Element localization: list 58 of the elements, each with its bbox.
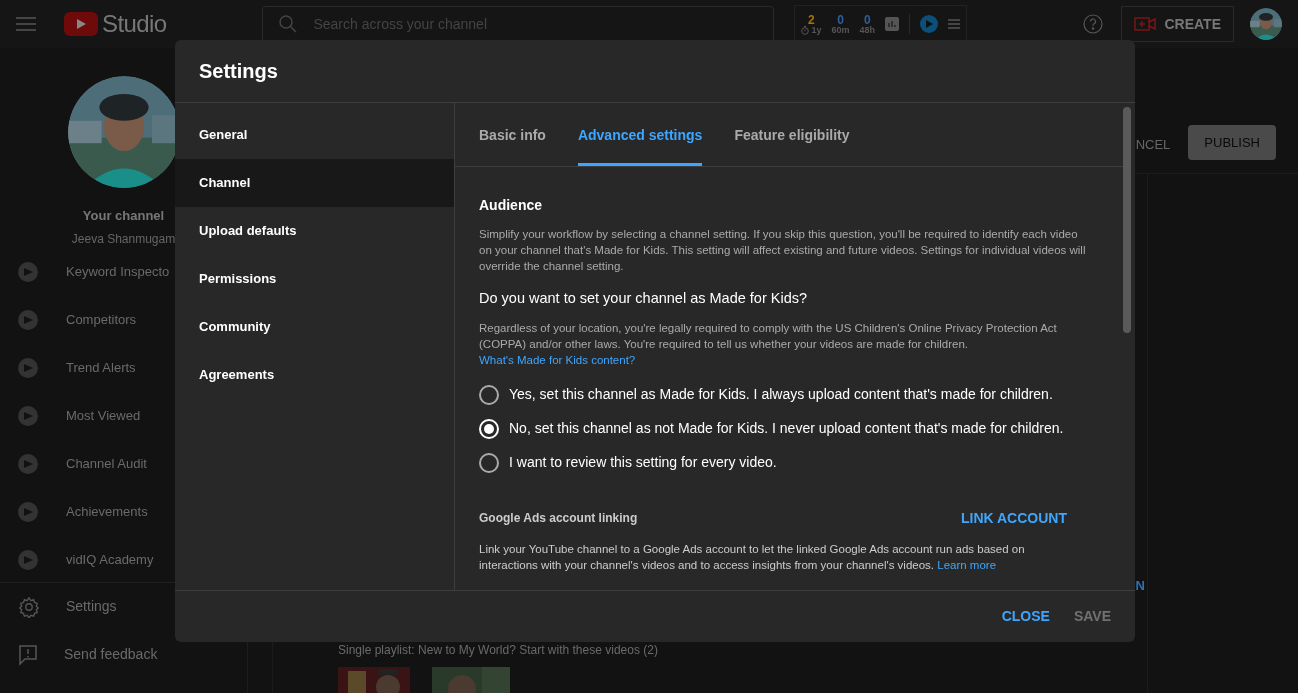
question-title: Do you want to set your channel as Made for Kids?	[479, 289, 809, 308]
logo-icon	[64, 12, 98, 36]
sidebar-item[interactable]: vidIQ Academy	[0, 535, 247, 584]
radio-label: No, set this channel as not Made for Kids. I never upload content that's made for children.	[509, 419, 1064, 439]
stat-value: 2	[808, 13, 815, 26]
section-description: Simplify your workflow by selecting a channel setting. If you skip this question, you'll be required to identify each video on your channel that's Made for Kids. This setting will affect existing and future videos. Settings for individual videos will override the channel setting.	[479, 227, 1087, 274]
radio-label: Yes, set this channel as Made for Kids. I always upload content that's made for children.	[509, 385, 1053, 405]
stat-label: 48h	[859, 25, 875, 35]
help-link[interactable]: What's Made for Kids content?	[479, 353, 636, 366]
chart-icon[interactable]	[885, 17, 899, 31]
play-badge-icon	[18, 501, 38, 522]
play-badge-icon	[18, 405, 38, 426]
learn-more-link[interactable]: Learn more	[937, 558, 997, 571]
section-title: Google Ads account linking	[479, 510, 638, 528]
tab[interactable]: Advanced settings	[577, 103, 703, 166]
link-account-button[interactable]: LINK ACCOUNT	[960, 507, 1067, 529]
cancel-button[interactable]: NCEL	[1135, 135, 1171, 155]
playlist-title: Single playlist: New to My World? Start with these videos (2)	[338, 643, 658, 657]
channel-title: Your channel	[82, 207, 165, 225]
tab[interactable]: Feature eligibility	[734, 103, 850, 166]
radio-label: I want to review this setting for every video.	[509, 453, 777, 473]
section-description: Link your YouTube channel to a Google Ads account to let the linked Google Ads account run ads based on interactions with your channel's videos and to access insights from your channel's videos. Learn more	[479, 541, 1026, 573]
stat-value: 0	[837, 13, 844, 26]
settings-icon	[18, 595, 40, 618]
sidebar-item[interactable]: Achievements	[0, 487, 247, 536]
settings-nav-item[interactable]: Channel	[175, 159, 454, 207]
sidebar-item[interactable]: Channel Audit	[0, 439, 247, 488]
channel-name: Jeeva Shanmugam	[71, 230, 176, 248]
menu-icon[interactable]	[16, 17, 36, 31]
play-badge-icon	[18, 453, 38, 474]
section-title: Audience	[479, 196, 543, 215]
link-text[interactable]: N	[1135, 575, 1145, 595]
video-plus-icon	[1134, 16, 1157, 32]
app-name: Studio	[102, 9, 167, 39]
question-description: Regardless of your location, you're legally required to comply with the US Children's Online Privacy Protection Act (COPPA) and/or other laws. You're required to tell us whether your videos are made for children. What's Made for Kids content?	[479, 320, 1058, 368]
scrollbar[interactable]	[1123, 107, 1131, 333]
play-badge-icon	[18, 357, 38, 378]
clock-icon	[801, 25, 810, 35]
search-icon	[279, 15, 298, 33]
stat-value: 0	[863, 13, 871, 26]
stat-label: 1y	[811, 25, 822, 35]
create-button[interactable]: CREATE	[1121, 6, 1234, 42]
tab[interactable]: Basic info	[479, 103, 546, 166]
sidebar-item[interactable]: Settings	[0, 582, 247, 631]
radio-button[interactable]	[479, 452, 499, 473]
menu-icon[interactable]	[948, 19, 960, 29]
publish-button[interactable]: PUBLISH	[1188, 125, 1276, 160]
play-badge-icon[interactable]	[920, 15, 938, 33]
radio-button[interactable]	[479, 384, 499, 405]
sidebar-item[interactable]: Send feedback	[0, 630, 247, 679]
help-icon[interactable]	[1083, 14, 1104, 34]
stat-label: 60m	[831, 25, 850, 35]
play-badge-icon	[18, 261, 38, 282]
play-badge-icon	[18, 309, 38, 330]
play-badge-icon	[18, 549, 38, 570]
feedback-icon	[18, 643, 38, 666]
dialog-title: Settings	[199, 59, 278, 84]
dialog-button[interactable]: CLOSE	[1001, 606, 1050, 627]
